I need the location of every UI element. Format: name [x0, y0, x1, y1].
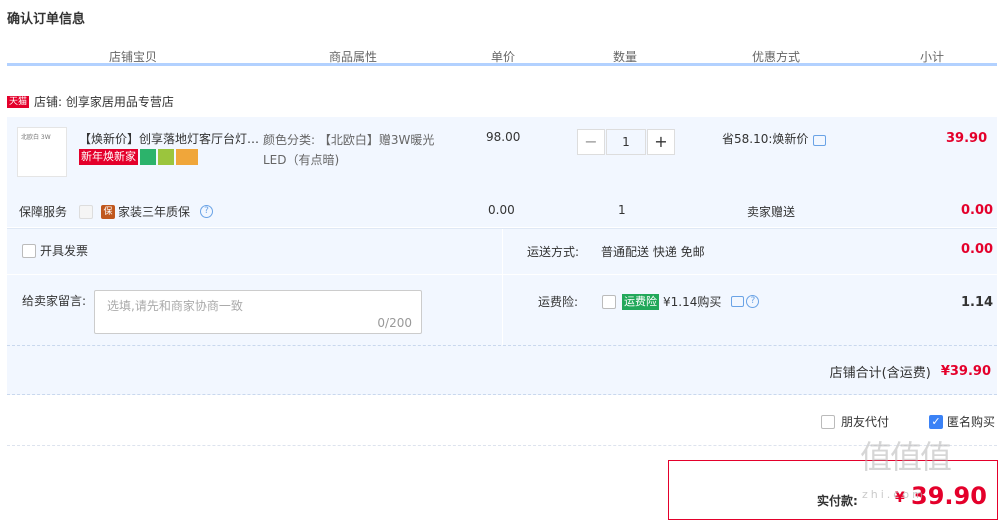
shop-total: 店铺合计(含运费) ¥39.90 [830, 362, 991, 381]
shop-name[interactable]: 店铺: 创享家居用品专营店 [34, 93, 174, 110]
service-promo: 卖家赠送 [747, 205, 796, 219]
shop-total-label: 店铺合计(含运费) [829, 366, 931, 381]
quality-icon [158, 149, 174, 165]
char-counter: 0/200 [377, 316, 412, 330]
service-checkbox [79, 204, 94, 219]
page-title: 确认订单信息 [7, 12, 86, 27]
message-placeholder: 选填,请先和商家协商一致 [107, 299, 243, 313]
anonymous-option[interactable]: ✓ 匿名购买 [929, 413, 995, 430]
insurance-price: ¥1.14购买 [663, 295, 722, 309]
anonymous-label: 匿名购买 [947, 415, 996, 429]
insurance-option: 运费险 ¥1.14购买 ? [602, 293, 760, 310]
divider [7, 274, 997, 275]
quantity-input[interactable]: 1 [606, 129, 646, 155]
friend-pay-label: 朋友代付 [841, 415, 890, 429]
attr-color: 颜色分类: 【北欧白】赠3W暖光 [263, 133, 435, 147]
product-tags: 新年焕新家 [79, 149, 198, 165]
divider [502, 229, 503, 345]
discount-info: 省58.10:焕新价 [722, 130, 827, 147]
insurance-checkbox[interactable] [602, 294, 616, 309]
item-subtotal: 39.90 [946, 131, 988, 146]
invoice-checkbox[interactable] [22, 243, 36, 258]
invoice-option[interactable]: 开具发票 [22, 242, 88, 259]
unit-price: 98.00 [486, 130, 521, 144]
attr-detail: LED（有点暗) [263, 153, 340, 167]
product-name[interactable]: 【焕新价】创享落地灯客厅台灯… [79, 130, 259, 147]
card-payment-icon [176, 149, 198, 165]
help-icon[interactable]: ? [746, 295, 760, 308]
service-qty: 1 [618, 203, 626, 217]
service-label: 保障服务 [19, 205, 68, 219]
shipping-method: 普通配送 快递 免邮 [601, 245, 705, 259]
watermark: 值值值 [860, 438, 952, 476]
friend-pay-checkbox[interactable] [821, 414, 835, 429]
friend-pay-option[interactable]: 朋友代付 [821, 413, 889, 430]
discount-text: 省58.10:焕新价 [722, 132, 809, 146]
tmall-icon: 天猫 [7, 95, 30, 108]
thumbnail-text: 北欧白 3W [21, 134, 51, 141]
product-attributes: 颜色分类: 【北欧白】赠3W暖光 LED（有点暗) [263, 130, 463, 170]
insurance-amount: 1.14 [961, 295, 994, 310]
header-price: 单价 [491, 50, 516, 64]
message-label: 给卖家留言: [22, 294, 87, 308]
plus-button[interactable]: + [647, 129, 675, 155]
watermark-sub: zhi.com [862, 488, 926, 501]
quantity-stepper: − 1 + [577, 129, 675, 155]
header-subtotal: 小计 [920, 50, 945, 64]
service-price: 0.00 [488, 203, 515, 217]
message-textarea[interactable]: 选填,请先和商家协商一致 0/200 [94, 290, 422, 334]
service-name: 家装三年质保 [118, 205, 191, 219]
chat-icon[interactable] [813, 135, 827, 146]
shop-line: 天猫 店铺: 创享家居用品专营店 [7, 93, 174, 110]
header-discount: 优惠方式 [752, 50, 801, 64]
shipping-amount: 0.00 [961, 242, 994, 257]
header-quantity: 数量 [613, 50, 638, 64]
anonymous-checkbox[interactable]: ✓ [929, 414, 943, 429]
pay-label: 实付款: [817, 494, 858, 508]
table-header: 店铺宝贝 商品属性 单价 数量 优惠方式 小计 [7, 44, 997, 66]
shop-total-value: ¥39.90 [940, 364, 991, 379]
header-shop-item: 店铺宝贝 [109, 50, 158, 64]
chat-icon[interactable] [731, 296, 745, 307]
invoice-label: 开具发票 [40, 244, 89, 258]
shipping-label: 运送方式: [527, 245, 580, 259]
service-subtotal: 0.00 [961, 203, 994, 218]
insurance-tag: 运费险 [622, 293, 659, 310]
minus-button[interactable]: − [577, 129, 605, 155]
product-thumbnail[interactable]: 北欧白 3W [17, 127, 67, 177]
help-icon[interactable]: ? [200, 205, 214, 218]
seven-day-return-icon [140, 149, 156, 165]
divider [7, 445, 997, 446]
warranty-icon: 保 [101, 204, 116, 219]
header-attributes: 商品属性 [329, 50, 378, 64]
insurance-label: 运费险: [538, 295, 579, 309]
new-year-tag: 新年焕新家 [79, 149, 138, 165]
service-row: 保障服务 保 家装三年质保 ? [19, 203, 214, 220]
